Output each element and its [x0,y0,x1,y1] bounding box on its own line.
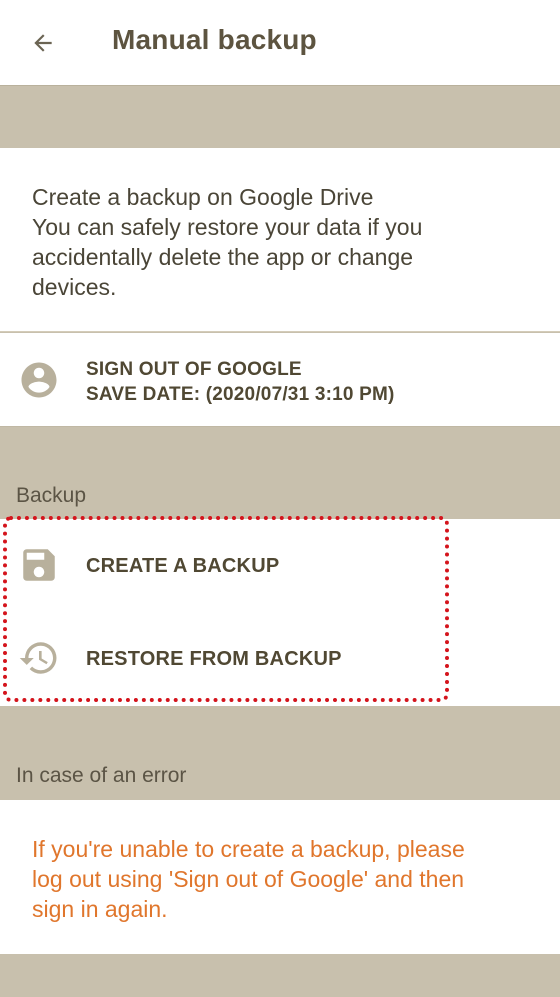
save-date-label: SAVE DATE: (2020/07/31 3:10 PM) [86,384,395,405]
error-line: If you're unable to create a backup, ple… [32,836,465,862]
intro-line: You can safely restore your data if you [32,214,423,240]
account-circle-icon [21,362,57,398]
restore-history-icon [19,642,57,674]
sign-out-row[interactable]: SIGN OUT OF GOOGLE SAVE DATE: (2020/07/3… [0,333,560,427]
intro-line: accidentally delete the app or change [32,244,414,270]
error-line: log out using 'Sign out of Google' and t… [32,866,465,892]
account-text: SIGN OUT OF GOOGLE SAVE DATE: (2020/07/3… [86,357,395,407]
page-title: Manual backup [112,24,317,55]
error-line: sign in again. [32,896,168,922]
backup-section-heading: Backup [16,484,87,507]
back-button[interactable] [22,22,64,64]
arrow-back-icon [34,34,52,52]
create-backup-button[interactable]: CREATE A BACKUP [0,519,560,611]
error-section-heading: In case of an error [16,764,187,787]
intro-card: Create a backup on Google Drive You can … [0,148,560,332]
sign-out-label: SIGN OUT OF GOOGLE [86,359,302,380]
backup-card: CREATE A BACKUP RESTORE FROM BACKUP [0,519,560,706]
app-bar: Manual backup [0,0,560,86]
save-icon [23,549,55,581]
restore-backup-label: RESTORE FROM BACKUP [86,648,342,670]
create-backup-label: CREATE A BACKUP [86,555,280,577]
intro-line: devices. [32,274,117,300]
error-card: If you're unable to create a backup, ple… [0,800,560,954]
intro-line: Create a backup on Google Drive [32,184,374,210]
restore-backup-button[interactable]: RESTORE FROM BACKUP [0,612,560,704]
